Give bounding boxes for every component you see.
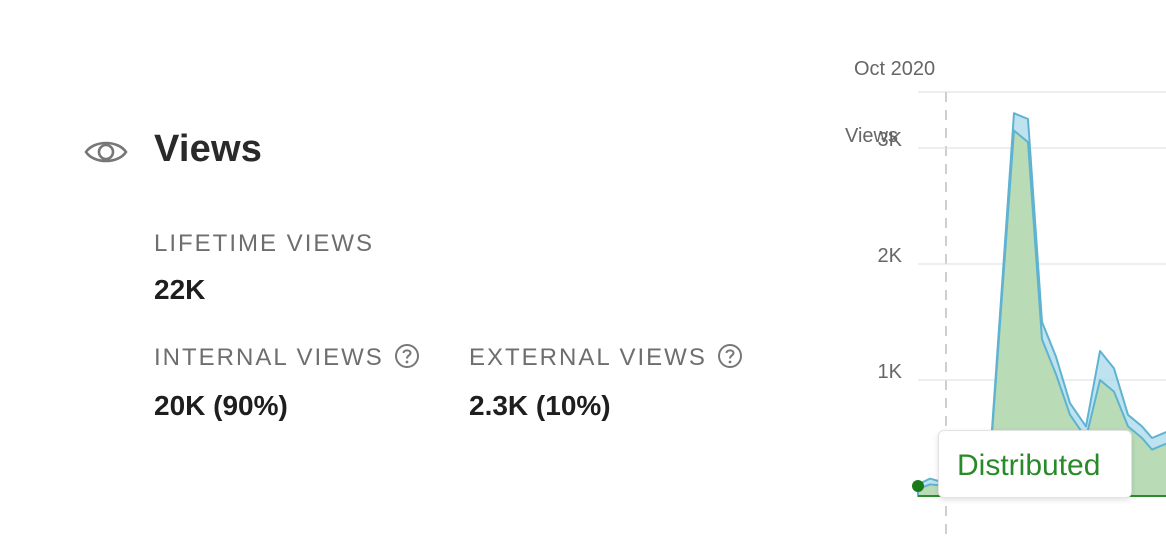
lifetime-views-label: LIFETIME VIEWS (154, 230, 375, 257)
external-views-label: EXTERNAL VIEWS (469, 343, 743, 372)
y-tick-label: 3K (878, 129, 903, 151)
external-views-value: 2.3K (10%) (469, 390, 611, 421)
lifetime-views-value: 22K (154, 274, 206, 305)
internal-views-label-text: INTERNAL VIEWS (154, 344, 384, 371)
help-icon[interactable] (394, 343, 420, 369)
eye-icon (84, 141, 128, 163)
internal-views-value: 20K (90%) (154, 390, 288, 421)
chart-tooltip: Distributed (938, 430, 1132, 498)
page-title: Views (154, 128, 263, 170)
x-axis-date-label: Oct 2020 (854, 58, 935, 80)
external-views-label-text: EXTERNAL VIEWS (469, 344, 707, 371)
internal-views-label: INTERNAL VIEWS (154, 343, 420, 372)
y-tick-label: 1K (878, 361, 903, 383)
y-tick-label: 2K (878, 245, 903, 267)
distributed-marker-dot (912, 480, 924, 492)
help-icon[interactable] (717, 343, 743, 369)
